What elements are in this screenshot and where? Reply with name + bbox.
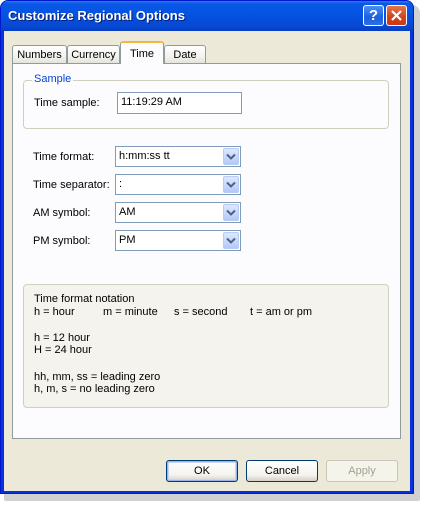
chevron-down-icon: [226, 209, 236, 216]
dialog-client-area: Numbers Currency Time Date Sample Time s…: [4, 31, 410, 491]
time-tab-panel: Sample Time sample: 11:19:29 AM Time for…: [12, 63, 401, 439]
sample-group: Sample Time sample: 11:19:29 AM: [23, 73, 389, 129]
cancel-button[interactable]: Cancel: [246, 460, 318, 482]
time-separator-value: :: [119, 178, 123, 190]
pm-symbol-combo[interactable]: PM: [115, 230, 241, 251]
am-symbol-dropdown-button[interactable]: [223, 204, 239, 221]
notation-minute: m = minute: [103, 306, 158, 318]
time-sample-label: Time sample:: [34, 97, 100, 109]
title-bar[interactable]: Customize Regional Options ?: [1, 1, 413, 31]
pm-symbol-label: PM symbol:: [33, 235, 91, 247]
time-separator-combo[interactable]: :: [115, 174, 241, 195]
time-format-label: Time format:: [33, 151, 95, 163]
notation-hour: h = hour: [34, 306, 75, 318]
am-symbol-value: AM: [119, 206, 136, 218]
notation-12-hour: h = 12 hour: [34, 332, 90, 344]
close-button[interactable]: [386, 5, 407, 26]
notation-ampm: t = am or pm: [250, 306, 313, 318]
close-icon: [391, 10, 402, 21]
notation-leading-zero: hh, mm, ss = leading zero: [34, 371, 161, 383]
time-format-dropdown-button[interactable]: [223, 148, 239, 165]
time-separator-label: Time separator:: [33, 179, 110, 191]
help-button[interactable]: ?: [363, 5, 384, 26]
ok-button[interactable]: OK: [166, 460, 238, 482]
tab-numbers[interactable]: Numbers: [12, 45, 67, 63]
tab-date[interactable]: Date: [164, 45, 206, 63]
notation-no-leading-zero: h, m, s = no leading zero: [34, 383, 155, 395]
window-title: Customize Regional Options: [8, 8, 185, 23]
chevron-down-icon: [226, 153, 236, 160]
pm-symbol-value: PM: [119, 234, 136, 246]
notation-24-hour: H = 24 hour: [34, 344, 92, 356]
chevron-down-icon: [226, 237, 236, 244]
am-symbol-label: AM symbol:: [33, 207, 91, 219]
time-sample-field: 11:19:29 AM: [117, 92, 242, 114]
chevron-down-icon: [226, 181, 236, 188]
time-format-notation-box: Time format notation h = hour m = minute…: [23, 284, 389, 408]
tab-currency[interactable]: Currency: [67, 45, 120, 63]
am-symbol-combo[interactable]: AM: [115, 202, 241, 223]
time-format-combo[interactable]: h:mm:ss tt: [115, 146, 241, 167]
sample-group-label: Sample: [32, 73, 74, 85]
pm-symbol-dropdown-button[interactable]: [223, 232, 239, 249]
notation-heading: Time format notation: [34, 293, 135, 305]
dialog-window: Customize Regional Options ? Numbers Cur…: [0, 0, 414, 494]
notation-second: s = second: [174, 306, 228, 318]
time-separator-dropdown-button[interactable]: [223, 176, 239, 193]
apply-button[interactable]: Apply: [326, 460, 398, 482]
tab-time[interactable]: Time: [120, 41, 164, 64]
time-format-value: h:mm:ss tt: [119, 150, 170, 162]
